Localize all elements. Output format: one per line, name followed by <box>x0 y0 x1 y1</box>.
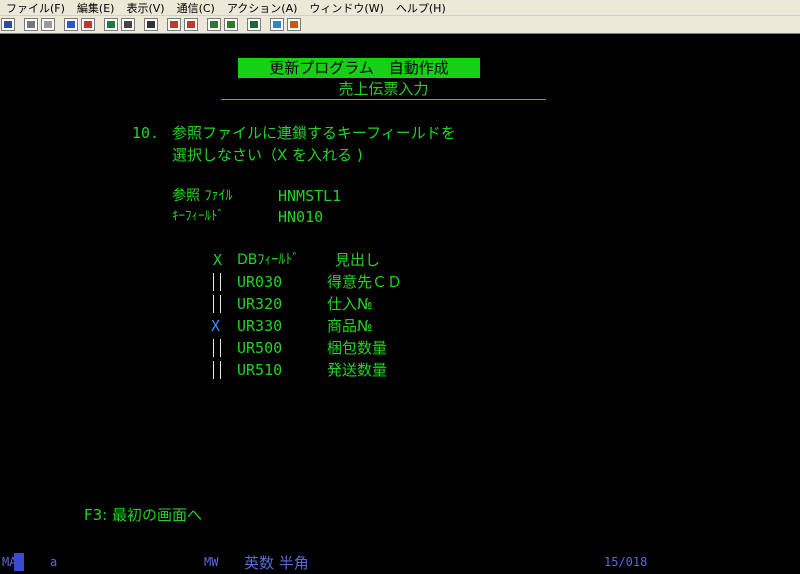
keyboard-icon[interactable] <box>121 18 135 31</box>
key-field-label: ｷｰﾌｨｰﾙﾄﾞ <box>172 209 224 224</box>
mw-indicator: MW <box>204 555 219 569</box>
ref-file-label: 参照 ﾌｧｲﾙ <box>172 188 233 204</box>
send-file-icon[interactable] <box>64 18 78 31</box>
instruction-number: 10. <box>132 124 160 142</box>
select-field-right-border <box>220 361 221 379</box>
edit-icon[interactable] <box>287 18 301 31</box>
select-field-right-border <box>220 339 221 357</box>
function-key-f3[interactable]: F3: 最初の画面へ <box>84 506 202 524</box>
key-field-value: HN010 <box>278 208 324 226</box>
macro-icon[interactable] <box>184 18 198 31</box>
db-field: UR500 <box>237 339 283 357</box>
field-heading: 商品№ <box>327 317 373 335</box>
db-field: UR510 <box>237 361 283 379</box>
col-field-header: DBﾌｨｰﾙﾄﾞ <box>237 252 300 268</box>
db-field: UR030 <box>237 273 283 291</box>
terminal-screen[interactable]: 更新プログラム 自動作成 売上伝票入力 10. 参照ファイルに連鎖するキーフィー… <box>0 34 800 550</box>
color-icon[interactable] <box>270 18 284 31</box>
menu-file[interactable]: ファイル(F) <box>0 0 71 16</box>
menu-help[interactable]: ヘルプ(H) <box>390 0 452 16</box>
macro-record-icon[interactable] <box>144 18 158 31</box>
play-icon[interactable] <box>224 18 238 31</box>
ime-mode-indicator: 英数 半角 <box>244 554 309 572</box>
paste-icon[interactable] <box>41 18 55 31</box>
menu-communication[interactable]: 通信(C) <box>171 0 221 16</box>
select-field-right-border <box>220 273 221 291</box>
select-field-right-border <box>220 295 221 313</box>
menu-edit[interactable]: 編集(E) <box>71 0 121 16</box>
cursor-indicator <box>14 553 24 571</box>
macro-play-icon[interactable] <box>167 18 181 31</box>
col-select-header: X <box>213 251 223 269</box>
menu-view[interactable]: 表示(V) <box>120 0 170 16</box>
select-field-left-border <box>213 339 214 357</box>
instruction-line-2: 選択しなさい（X を入れる ) <box>172 146 363 164</box>
instruction-line-1: 参照ファイルに連鎖するキーフィールドを <box>172 124 456 142</box>
ref-file-value: HNMSTL1 <box>278 187 342 205</box>
select-field-left-border <box>213 361 214 379</box>
select-input[interactable]: X <box>211 317 220 335</box>
db-field: UR330 <box>237 317 283 335</box>
field-heading: 発送数量 <box>327 361 388 379</box>
menu-action[interactable]: アクション(A) <box>221 0 304 16</box>
field-heading: 仕入№ <box>327 295 373 313</box>
field-heading: 梱包数量 <box>327 339 388 357</box>
status-bar: MA a MW 英数 半角 15/018 <box>0 550 800 574</box>
input-mode-indicator: a <box>50 555 58 569</box>
toolbar <box>0 16 800 34</box>
receive-file-icon[interactable] <box>81 18 95 31</box>
cursor-position: 15/018 <box>604 555 648 569</box>
select-field-left-border <box>213 295 214 313</box>
select-field-left-border <box>213 273 214 291</box>
display-setup-icon[interactable] <box>104 18 118 31</box>
col-heading-header: 見出し <box>335 251 381 269</box>
record-icon[interactable] <box>207 18 221 31</box>
manual-icon[interactable] <box>247 18 261 31</box>
menu-window[interactable]: ウィンドウ(W) <box>303 0 389 16</box>
copy-icon[interactable] <box>24 18 38 31</box>
menu-bar: ファイル(F) 編集(E) 表示(V) 通信(C) アクション(A) ウィンドウ… <box>0 0 800 16</box>
db-field: UR320 <box>237 295 283 313</box>
field-heading: 得意先ＣＤ <box>327 273 403 291</box>
program-title: 更新プログラム 自動作成 <box>238 58 480 78</box>
screen-subtitle: 売上伝票入力 <box>221 79 546 100</box>
print-screen-icon[interactable] <box>1 18 15 31</box>
